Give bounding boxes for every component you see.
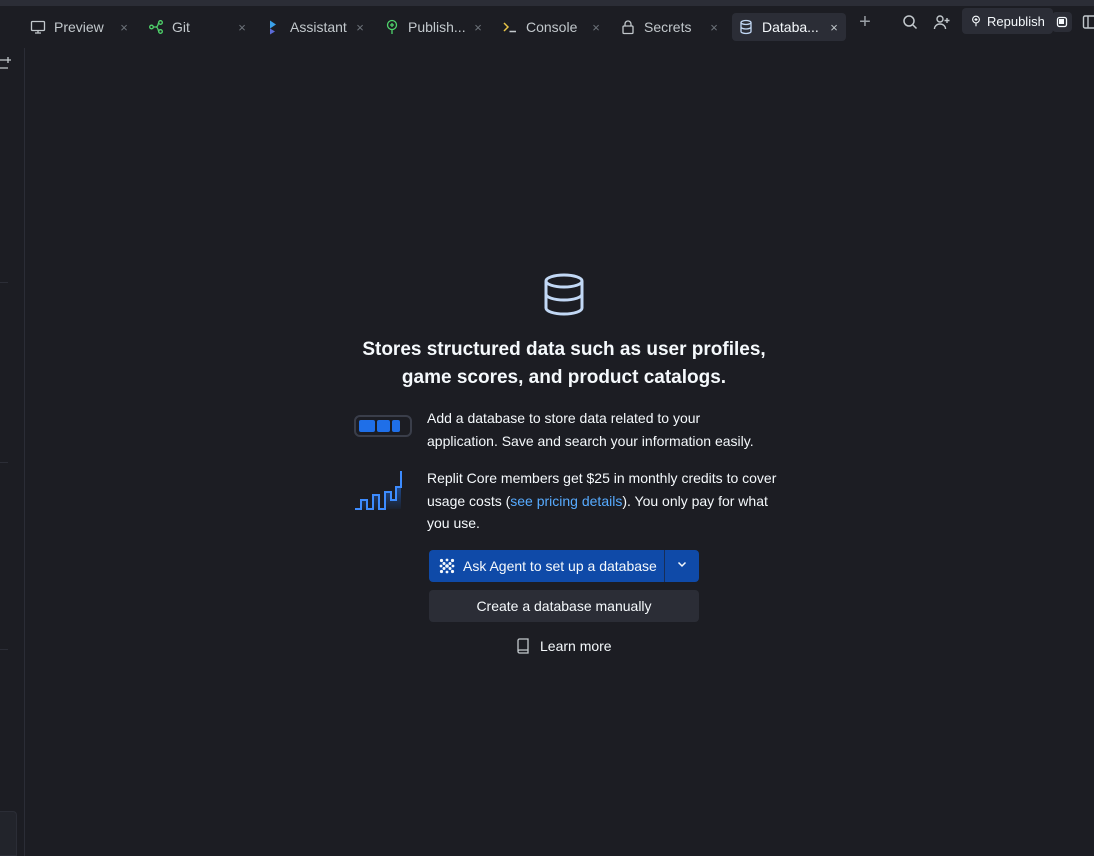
tab-bar: Preview × Git × Assistant × Publish... ×… bbox=[0, 6, 1094, 48]
tab-secrets[interactable]: Secrets × bbox=[614, 13, 726, 41]
close-icon[interactable]: × bbox=[236, 20, 248, 35]
tab-publish[interactable]: Publish... × bbox=[378, 13, 490, 41]
ask-agent-button-group: Ask Agent to set up a database bbox=[429, 550, 699, 582]
close-icon[interactable]: × bbox=[590, 20, 602, 35]
divider bbox=[0, 282, 8, 283]
terminal-icon bbox=[502, 19, 518, 35]
database-icon bbox=[738, 19, 754, 35]
agent-options-dropdown[interactable] bbox=[665, 550, 699, 582]
assistant-icon bbox=[266, 19, 282, 35]
close-icon[interactable]: × bbox=[708, 20, 720, 35]
learn-more-label: Learn more bbox=[540, 638, 612, 654]
tab-git[interactable]: Git × bbox=[142, 13, 254, 41]
manual-button-label: Create a database manually bbox=[476, 598, 652, 614]
publish-icon bbox=[970, 15, 982, 27]
left-pane bbox=[0, 48, 18, 856]
close-icon[interactable]: × bbox=[118, 20, 130, 35]
tab-label: Databa... bbox=[762, 19, 819, 35]
usage-chart-icon bbox=[354, 468, 412, 517]
add-tab-icon[interactable]: + bbox=[856, 12, 874, 32]
git-branch-icon bbox=[148, 19, 164, 35]
close-icon[interactable]: × bbox=[472, 20, 484, 35]
tab-label: Secrets bbox=[644, 19, 692, 35]
tab-database[interactable]: Databa... × bbox=[732, 13, 846, 41]
search-icon[interactable] bbox=[900, 12, 920, 32]
new-item-icon[interactable] bbox=[0, 56, 12, 70]
tab-label: Assistant bbox=[290, 19, 347, 35]
republish-label: Republish bbox=[987, 13, 1045, 29]
headline-line-2: game scores, and product catalogs. bbox=[401, 367, 727, 388]
learn-more-link[interactable]: Learn more bbox=[516, 636, 612, 656]
database-hero-icon bbox=[542, 272, 586, 323]
pricing-details-link[interactable]: see pricing details bbox=[510, 493, 622, 509]
storage-bar-icon bbox=[354, 415, 412, 442]
ask-agent-button[interactable]: Ask Agent to set up a database bbox=[429, 550, 664, 582]
left-pane-panel[interactable] bbox=[0, 811, 17, 856]
empty-state-headline: Stores structured data such as user prof… bbox=[320, 336, 808, 392]
close-icon[interactable]: × bbox=[828, 20, 840, 35]
button-separator bbox=[664, 550, 665, 582]
feature-text: Add a database to store data related to … bbox=[427, 410, 754, 449]
agent-icon bbox=[439, 558, 455, 574]
database-panel bbox=[25, 48, 1094, 856]
ask-agent-label: Ask Agent to set up a database bbox=[463, 558, 657, 574]
lock-icon bbox=[620, 19, 636, 35]
feature-add-database: Add a database to store data related to … bbox=[427, 407, 772, 452]
tab-console[interactable]: Console × bbox=[496, 13, 608, 41]
tab-label: Git bbox=[172, 19, 190, 35]
publish-icon bbox=[384, 19, 400, 35]
toggle-view-icon[interactable] bbox=[1052, 12, 1072, 32]
sidebar-toggle-icon[interactable] bbox=[1080, 12, 1094, 32]
tab-label: Publish... bbox=[408, 19, 466, 35]
chevron-down-icon bbox=[676, 557, 688, 575]
tab-label: Console bbox=[526, 19, 578, 35]
feature-pricing: Replit Core members get $25 in monthly c… bbox=[427, 467, 787, 535]
invite-user-icon[interactable] bbox=[932, 12, 952, 32]
divider bbox=[0, 649, 8, 650]
tab-assistant[interactable]: Assistant × bbox=[260, 13, 372, 41]
republish-button[interactable]: Republish bbox=[962, 8, 1053, 34]
close-icon[interactable]: × bbox=[354, 20, 366, 35]
tab-label: Preview bbox=[54, 19, 104, 35]
create-database-manually-button[interactable]: Create a database manually bbox=[429, 590, 699, 622]
book-icon bbox=[516, 638, 530, 654]
tab-preview[interactable]: Preview × bbox=[24, 13, 136, 41]
monitor-icon bbox=[30, 19, 46, 35]
headline-line-1: Stores structured data such as user prof… bbox=[362, 339, 766, 360]
divider bbox=[0, 462, 8, 463]
